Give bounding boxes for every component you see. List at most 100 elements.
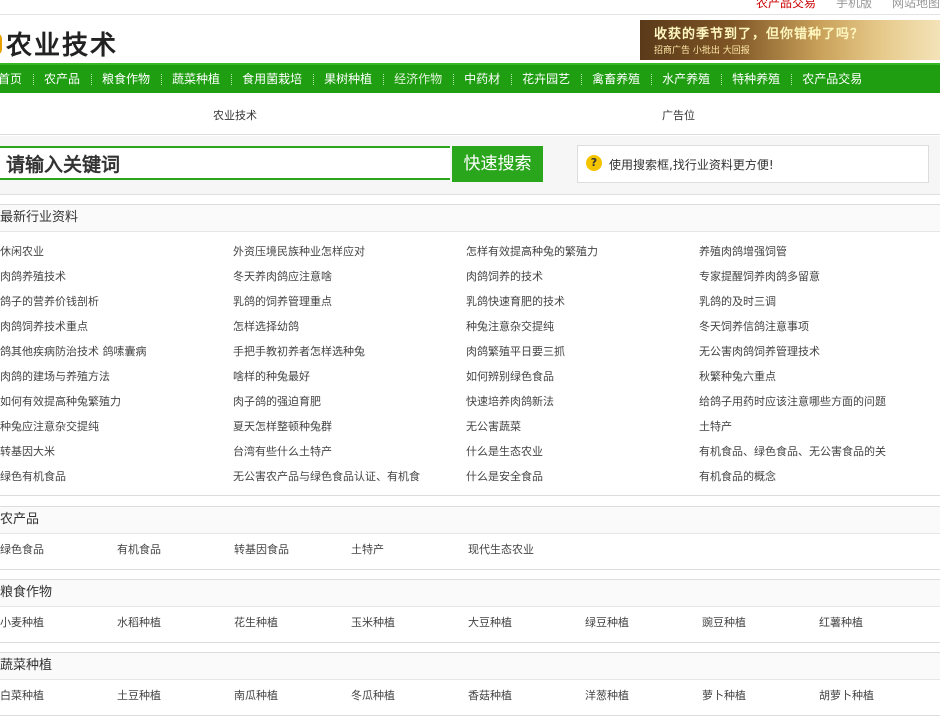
- nav-fruit-trees[interactable]: 果树种植: [313, 65, 383, 93]
- category-link[interactable]: 土特产: [351, 534, 468, 566]
- category-link[interactable]: 现代生态农业: [468, 534, 585, 566]
- top-links: 农产品交易 手机版 网站地图: [756, 0, 940, 11]
- article-link[interactable]: 秋繁种兔六重点: [699, 364, 939, 389]
- section-title: 粮食作物: [0, 580, 940, 607]
- section-vegetables: 蔬菜种植 白菜种植 土豆种植 南瓜种植 冬瓜种植 香菇种植 洋葱种植 萝卜种植 胡萝卜种植: [0, 652, 940, 716]
- search-tip-box: ? 使用搜索框,找行业资料更方便!: [577, 145, 929, 183]
- article-link[interactable]: 鸽其他疾病防治技术 鸽嗉囊病: [0, 339, 233, 364]
- search-button[interactable]: 快速搜索: [452, 146, 543, 182]
- category-link[interactable]: 大豆种植: [468, 607, 585, 639]
- article-link[interactable]: 什么是生态农业: [466, 439, 699, 464]
- article-link[interactable]: 肉鸽饲养技术重点: [0, 314, 233, 339]
- category-link[interactable]: 玉米种植: [351, 607, 468, 639]
- article-link[interactable]: 专家提醒饲养肉鸽多留意: [699, 264, 939, 289]
- logo-leaf-icon: [0, 32, 2, 55]
- site-header: 农业技术 收获的季节到了，但你错种了吗？ 招商广告 小批出 大回报: [0, 15, 940, 63]
- category-link[interactable]: 红薯种植: [819, 607, 936, 639]
- top-link-mobile[interactable]: 手机版: [836, 0, 872, 11]
- article-link[interactable]: 给鸽子用药时应该注意哪些方面的问题: [699, 389, 939, 414]
- article-link[interactable]: 土特产: [699, 414, 939, 439]
- article-link[interactable]: 绿色有机食品: [0, 464, 233, 489]
- nav-horticulture[interactable]: 花卉园艺: [511, 65, 581, 93]
- article-link[interactable]: 转基因大米: [0, 439, 233, 464]
- article-link[interactable]: 肉鸽繁殖平日要三抓: [466, 339, 699, 364]
- article-link[interactable]: 肉鸽的建场与养殖方法: [0, 364, 233, 389]
- section-title: 农产品: [0, 507, 940, 534]
- search-tip-text: 使用搜索框,找行业资料更方便!: [609, 158, 774, 172]
- category-link[interactable]: 水稻种植: [117, 607, 234, 639]
- category-link[interactable]: 花生种植: [234, 607, 351, 639]
- nav-vegetables[interactable]: 蔬菜种植: [161, 65, 231, 93]
- banner-headline: 收获的季节到了，但你错种了吗？: [654, 27, 865, 42]
- article-link[interactable]: 种兔注意杂交提纯: [466, 314, 699, 339]
- category-link[interactable]: 南瓜种植: [234, 680, 351, 712]
- search-input[interactable]: 请输入关键词: [0, 146, 450, 180]
- article-link[interactable]: 啥样的种兔最好: [233, 364, 466, 389]
- article-link[interactable]: 肉鸽养殖技术: [0, 264, 233, 289]
- category-link[interactable]: 冬瓜种植: [351, 680, 468, 712]
- banner-subline: 招商广告 小批出 大回报: [654, 46, 750, 56]
- article-link[interactable]: 乳鸽的及时三调: [699, 289, 939, 314]
- article-link[interactable]: 什么是安全食品: [466, 464, 699, 489]
- category-link[interactable]: 小麦种植: [0, 607, 117, 639]
- category-link[interactable]: 有机食品: [117, 534, 234, 566]
- search-area: 请输入关键词 快速搜索 ? 使用搜索框,找行业资料更方便!: [0, 136, 940, 195]
- nav-livestock[interactable]: 禽畜养殖: [581, 65, 651, 93]
- article-link[interactable]: 如何辨别绿色食品: [466, 364, 699, 389]
- category-link[interactable]: 白菜种植: [0, 680, 117, 712]
- category-link[interactable]: 转基因食品: [234, 534, 351, 566]
- category-link[interactable]: 香菇种植: [468, 680, 585, 712]
- article-link[interactable]: 有机食品的概念: [699, 464, 939, 489]
- category-link[interactable]: 洋葱种植: [585, 680, 702, 712]
- article-link[interactable]: 肉子鸽的强迫育肥: [233, 389, 466, 414]
- article-link[interactable]: 养殖肉鸽增强饲管: [699, 239, 939, 264]
- article-link[interactable]: 快速培养肉鸽新法: [466, 389, 699, 414]
- article-link[interactable]: 外资压境民族种业怎样应对: [233, 239, 466, 264]
- article-link[interactable]: 鸽子的营养价钱剖析: [0, 289, 233, 314]
- article-link[interactable]: 种兔应注意杂交提纯: [0, 414, 233, 439]
- article-link[interactable]: 休闲农业: [0, 239, 233, 264]
- section-title: 蔬菜种植: [0, 653, 940, 680]
- article-link[interactable]: 如何有效提高种兔繁殖力: [0, 389, 233, 414]
- article-link[interactable]: 冬天饲养信鸽注意事项: [699, 314, 939, 339]
- header-ad-banner[interactable]: 收获的季节到了，但你错种了吗？ 招商广告 小批出 大回报: [640, 20, 940, 60]
- article-link[interactable]: 无公害农产品与绿色食品认证、有机食: [233, 464, 466, 489]
- nav-mushrooms[interactable]: 食用菌栽培: [231, 65, 313, 93]
- top-link-trade[interactable]: 农产品交易: [756, 0, 816, 11]
- article-link[interactable]: 冬天养肉鸽应注意啥: [233, 264, 466, 289]
- site-logo[interactable]: 农业技术: [0, 25, 118, 62]
- category-link[interactable]: 土豆种植: [117, 680, 234, 712]
- category-link[interactable]: 胡萝卜种植: [819, 680, 936, 712]
- category-link[interactable]: 绿豆种植: [585, 607, 702, 639]
- category-link[interactable]: 萝卜种植: [702, 680, 819, 712]
- nav-cash-crops[interactable]: 经济作物: [383, 65, 453, 93]
- article-link[interactable]: 怎样有效提高种兔的繁殖力: [466, 239, 699, 264]
- article-link[interactable]: 无公害蔬菜: [466, 414, 699, 439]
- nav-trade[interactable]: 农产品交易: [791, 65, 873, 93]
- nav-aquaculture[interactable]: 水产养殖: [651, 65, 721, 93]
- article-link[interactable]: 夏天怎样整顿种兔群: [233, 414, 466, 439]
- article-link[interactable]: 乳鸽快速育肥的技术: [466, 289, 699, 314]
- article-link[interactable]: 怎样选择幼鸽: [233, 314, 466, 339]
- article-link[interactable]: 肉鸽饲养的技术: [466, 264, 699, 289]
- article-link[interactable]: 无公害肉鸽饲养管理技术: [699, 339, 939, 364]
- section-title: 最新行业资料: [0, 205, 940, 232]
- article-link[interactable]: 台湾有些什么土特产: [233, 439, 466, 464]
- nav-home[interactable]: 首页: [0, 65, 33, 93]
- lightbulb-icon: ?: [586, 155, 602, 171]
- nav-grain-crops[interactable]: 粮食作物: [91, 65, 161, 93]
- nav-farm-products[interactable]: 农产品: [33, 65, 91, 93]
- article-link[interactable]: 有机食品、绿色食品、无公害食品的关: [699, 439, 939, 464]
- category-link[interactable]: 豌豆种植: [702, 607, 819, 639]
- category-link[interactable]: 绿色食品: [0, 534, 117, 566]
- article-link[interactable]: 乳鸽的饲养管理重点: [233, 289, 466, 314]
- nav-special-breeding[interactable]: 特种养殖: [721, 65, 791, 93]
- ad-slot-left[interactable]: 农业技术: [213, 107, 257, 123]
- ad-slot-right[interactable]: 广告位: [662, 107, 695, 123]
- top-utility-bar: 农产品交易 手机版 网站地图: [0, 0, 940, 15]
- nav-herbs[interactable]: 中药材: [453, 65, 511, 93]
- main-nav: 首页 农产品 粮食作物 蔬菜种植 食用菌栽培 果树种植 经济作物 中药材 花卉园…: [0, 63, 940, 93]
- article-link[interactable]: 手把手教初养者怎样选种兔: [233, 339, 466, 364]
- section-grain-crops: 粮食作物 小麦种植 水稻种植 花生种植 玉米种植 大豆种植 绿豆种植 豌豆种植 红薯种植: [0, 579, 940, 643]
- top-link-sitemap[interactable]: 网站地图: [892, 0, 940, 11]
